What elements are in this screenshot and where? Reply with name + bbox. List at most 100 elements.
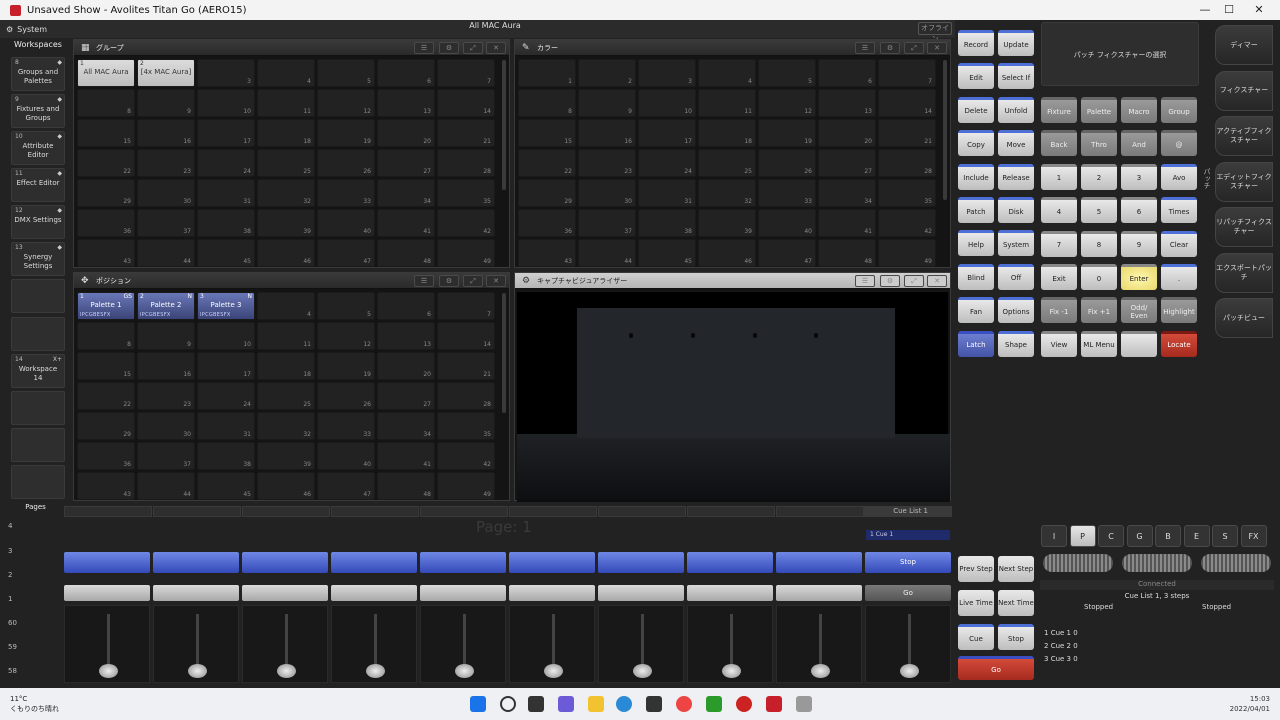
gear-icon[interactable]: ⚙ [880, 42, 900, 54]
playback-select-button[interactable] [64, 585, 150, 601]
cue-row[interactable]: 1 Cue 1 0 [1044, 629, 1274, 642]
maximize-icon[interactable]: ☐ [1214, 0, 1244, 20]
grid-cell[interactable]: 25 [257, 382, 315, 410]
view-key[interactable]: View [1041, 330, 1077, 357]
cue-button[interactable]: Cue [958, 624, 994, 650]
playback-fader[interactable] [331, 605, 417, 683]
go-button[interactable]: Go [958, 656, 1034, 680]
grid-cell[interactable]: 43 [518, 239, 576, 267]
playback-fader[interactable] [64, 605, 150, 683]
shape-button[interactable]: Shape [998, 330, 1034, 357]
encoder-wheel[interactable] [1122, 554, 1192, 572]
off-button[interactable]: Off [998, 263, 1034, 290]
grid-cell[interactable]: 20 [377, 119, 435, 147]
grid-cell[interactable]: 26 [758, 149, 816, 177]
grid-cell[interactable]: 24 [638, 149, 696, 177]
gear-icon[interactable]: ⚙ [439, 42, 459, 54]
edge-icon[interactable] [616, 696, 632, 712]
playback-select-button[interactable] [331, 585, 417, 601]
workspace-button[interactable]: 9 Fixtures and Groups ◆ [11, 94, 65, 128]
grid-cell[interactable]: 23 [137, 149, 195, 177]
grid-cell[interactable]: 42 [437, 442, 495, 470]
page-number[interactable]: 3 [8, 547, 12, 555]
grid-cell[interactable]: 33 [758, 179, 816, 207]
grid-cell[interactable]: 25 [698, 149, 756, 177]
expand-icon[interactable]: ⤢ [904, 275, 924, 287]
grid-cell[interactable]: 35 [878, 179, 936, 207]
highlight-key[interactable]: Highlight [1161, 297, 1197, 324]
playback-select-button[interactable] [776, 585, 862, 601]
visualiser-view[interactable] [517, 292, 950, 502]
expand-icon[interactable]: ⤢ [463, 275, 483, 287]
chrome-icon[interactable] [676, 696, 692, 712]
page-number[interactable]: 1 [8, 595, 12, 603]
workspace-button[interactable]: 10 Attribute Editor ◆ [11, 131, 65, 165]
grid-cell[interactable]: 13 [818, 89, 876, 117]
grid-cell[interactable]: 20 [818, 119, 876, 147]
menu-icon[interactable]: ☰ [414, 275, 434, 287]
grid-cell[interactable]: 28 [437, 382, 495, 410]
encoder-wheel[interactable] [1201, 554, 1271, 572]
playback-flash-button[interactable] [509, 552, 595, 573]
grid-cell[interactable]: 48 [377, 472, 435, 500]
grid-cell[interactable]: 47 [317, 472, 375, 500]
grid-cell[interactable]: 25 [257, 149, 315, 177]
blind-button[interactable]: Blind [958, 263, 994, 290]
workspace-empty-slot[interactable] [11, 317, 65, 351]
help-button[interactable]: Help [958, 230, 994, 257]
macro-key[interactable]: Macro [1121, 97, 1157, 123]
edit-button[interactable]: Edit [958, 63, 994, 90]
grid-cell[interactable]: 32 [698, 179, 756, 207]
grid-cell[interactable]: 48 [818, 239, 876, 267]
exit-key[interactable]: Exit [1041, 264, 1077, 290]
grid-cell[interactable]: 27 [377, 382, 435, 410]
workspace-button[interactable]: 13 Synergy Settings ◆ [11, 242, 65, 276]
4-key[interactable]: 4 [1041, 197, 1077, 224]
grid-cell[interactable]: 41 [377, 209, 435, 237]
grid-cell[interactable]: 37 [137, 209, 195, 237]
playback-flash-button[interactable] [598, 552, 684, 573]
grid-cell[interactable]: 24 [197, 382, 255, 410]
attribute-e[interactable]: E [1183, 525, 1210, 547]
grid-cell[interactable]: 28 [878, 149, 936, 177]
fader-knob[interactable] [633, 664, 652, 678]
fader-knob[interactable] [366, 664, 385, 678]
grid-cell[interactable]: 16 [137, 352, 195, 380]
grid-cell[interactable]: 48 [377, 239, 435, 267]
workspace-button[interactable]: 11 Effect Editor ◆ [11, 168, 65, 202]
workspace-empty-slot[interactable] [11, 465, 65, 499]
grid-cell[interactable]: 26 [317, 382, 375, 410]
grid-cell[interactable]: 47 [758, 239, 816, 267]
grid-cell[interactable]: 47 [317, 239, 375, 267]
grid-cell[interactable]: 29 [77, 412, 135, 440]
right-tab[interactable]: アクティブフィクスチャー [1215, 116, 1273, 156]
grid-cell[interactable]: 13 [377, 89, 435, 117]
attribute-g[interactable]: G [1126, 525, 1153, 547]
grid-cell[interactable]: 17 [197, 352, 255, 380]
right-tab[interactable]: フィクスチャー [1215, 70, 1273, 111]
grid-cell[interactable]: 44 [578, 239, 636, 267]
grid-cell[interactable]: 9 [137, 89, 195, 117]
fader-knob[interactable] [811, 664, 830, 678]
right-tab[interactable]: パッチビュー [1215, 298, 1273, 338]
release-button[interactable]: Release [998, 163, 1034, 190]
grid-cell[interactable]: 3 [197, 59, 255, 87]
grid-cell[interactable]: 22 [77, 149, 135, 177]
next-time-button[interactable]: Next Time [998, 590, 1034, 616]
5-key[interactable]: 5 [1081, 197, 1117, 224]
live-time-button[interactable]: Live Time [958, 590, 994, 616]
grid-cell[interactable]: 11 [257, 322, 315, 350]
grid-cell[interactable]: 21 [878, 119, 936, 147]
select-if-button[interactable]: Select If [998, 63, 1034, 90]
grid-cell[interactable]: 39 [257, 209, 315, 237]
grid-cell[interactable]: 22 [518, 149, 576, 177]
grid-cell[interactable]: 6 [818, 59, 876, 87]
1-key[interactable]: 1 [1041, 163, 1077, 190]
playback-fader[interactable] [687, 605, 773, 683]
grid-cell[interactable]: 7 [878, 59, 936, 87]
encoder-wheel[interactable] [1043, 554, 1113, 572]
workspace-button[interactable]: 14 Workspace 14 X+ [11, 354, 65, 388]
close-icon[interactable]: ✕ [927, 42, 947, 54]
update-button[interactable]: Update [998, 30, 1034, 56]
blank-key[interactable] [1121, 330, 1157, 357]
